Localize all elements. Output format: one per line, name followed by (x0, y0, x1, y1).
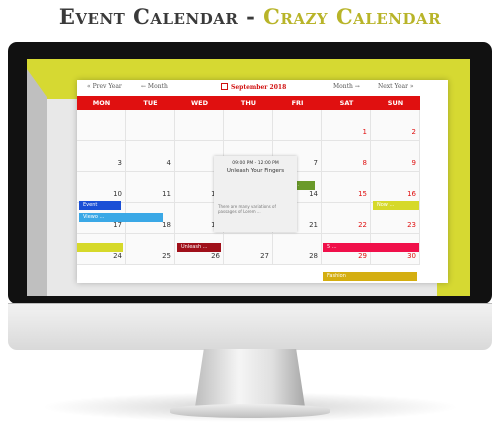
day-number: 14 (309, 190, 318, 198)
calendar-nav: « Prev Year ← Month September 2018 Month… (77, 80, 448, 94)
page-banner: Event Calendar - Crazy Calendar (0, 4, 500, 29)
day-cell[interactable]: 27 (224, 234, 273, 265)
day-number: 22 (358, 221, 367, 229)
event-unlabeled[interactable] (77, 243, 123, 252)
day-cell[interactable] (273, 110, 322, 141)
popup-title: Unleash Your Fingers (226, 168, 285, 174)
weekday-sun: SUN (387, 99, 404, 107)
day-number: 29 (358, 252, 367, 260)
next-year-link[interactable]: Next Year » (378, 83, 414, 90)
calendar-app: « Prev Year ← Month September 2018 Month… (77, 80, 448, 283)
day-number: 11 (162, 190, 171, 198)
day-cell[interactable] (77, 110, 126, 141)
monitor-stand (195, 349, 305, 407)
monitor-chin (8, 303, 492, 350)
event-popup: 09:00 PM - 12:00 PM Unleash Your Fingers… (214, 156, 297, 232)
day-cell[interactable]: 11 (126, 172, 175, 203)
day-number: 21 (309, 221, 318, 229)
weekday-header: MON TUE WED THU FRI SAT SUN (77, 96, 420, 110)
day-number: 30 (407, 252, 416, 260)
day-cell[interactable]: 10 (77, 172, 126, 203)
banner-separator: - (238, 4, 264, 29)
day-cell[interactable]: 22 (322, 203, 371, 234)
day-cell[interactable]: 8 (322, 141, 371, 172)
weekday-wed: WED (190, 99, 208, 107)
day-cell[interactable]: 9 (371, 141, 420, 172)
event-viewo[interactable]: Viewo ... (79, 213, 163, 222)
day-number: 15 (358, 190, 367, 198)
day-number: 10 (113, 190, 122, 198)
day-cell[interactable]: 2 (371, 110, 420, 141)
monitor-screen: « Prev Year ← Month September 2018 Month… (27, 59, 470, 296)
event-now[interactable]: Now ... (373, 201, 419, 210)
event-five[interactable]: 5 ... (323, 243, 419, 252)
day-number: 9 (411, 159, 416, 167)
day-cell[interactable] (224, 110, 273, 141)
day-number: 3 (117, 159, 122, 167)
popup-time: 09:00 PM - 12:00 PM (232, 161, 279, 166)
next-month-link[interactable]: Month → (333, 83, 360, 90)
day-number: 2 (411, 128, 416, 136)
day-number: 28 (309, 252, 318, 260)
day-cell[interactable]: 28 (273, 234, 322, 265)
day-number: 4 (166, 159, 171, 167)
month-title: September 2018 (221, 83, 286, 91)
day-number: 16 (407, 190, 416, 198)
day-number: 27 (260, 252, 269, 260)
weekday-sat: SAT (339, 99, 354, 107)
day-number: 25 (162, 252, 171, 260)
day-number: 18 (162, 221, 171, 229)
month-title-text: September 2018 (231, 84, 287, 91)
weekday-fri: FRI (291, 99, 304, 107)
day-number: 23 (407, 221, 416, 229)
day-cell[interactable]: 15 (322, 172, 371, 203)
day-number: 7 (313, 159, 318, 167)
day-number: 1 (362, 128, 367, 136)
popup-description: There are many variations of passages of… (218, 204, 276, 214)
day-cell[interactable]: 1 (322, 110, 371, 141)
banner-title: Event Calendar (58, 4, 239, 29)
day-cell[interactable] (126, 110, 175, 141)
day-cell[interactable]: 16 (371, 172, 420, 203)
day-number: 24 (113, 252, 122, 260)
day-number: 26 (211, 252, 220, 260)
event-unleash[interactable]: Unleash ... (177, 243, 221, 252)
event-event[interactable]: Event (79, 201, 121, 210)
event-fashion[interactable]: Fashion (323, 272, 417, 281)
prev-year-link[interactable]: « Prev Year (87, 83, 122, 90)
day-cell[interactable]: 25 (126, 234, 175, 265)
weekday-tue: TUE (143, 99, 158, 107)
banner-subtitle: Crazy Calendar (263, 4, 442, 29)
weekday-thu: THU (240, 99, 257, 107)
day-cell[interactable]: 3 (77, 141, 126, 172)
day-number: 8 (362, 159, 367, 167)
weekday-mon: MON (92, 99, 111, 107)
day-cell[interactable]: 4 (126, 141, 175, 172)
day-cell[interactable] (175, 110, 224, 141)
prev-month-link[interactable]: ← Month (141, 83, 168, 90)
day-number: 17 (113, 221, 122, 229)
monitor-base (170, 404, 330, 418)
calendar-icon (221, 83, 228, 90)
